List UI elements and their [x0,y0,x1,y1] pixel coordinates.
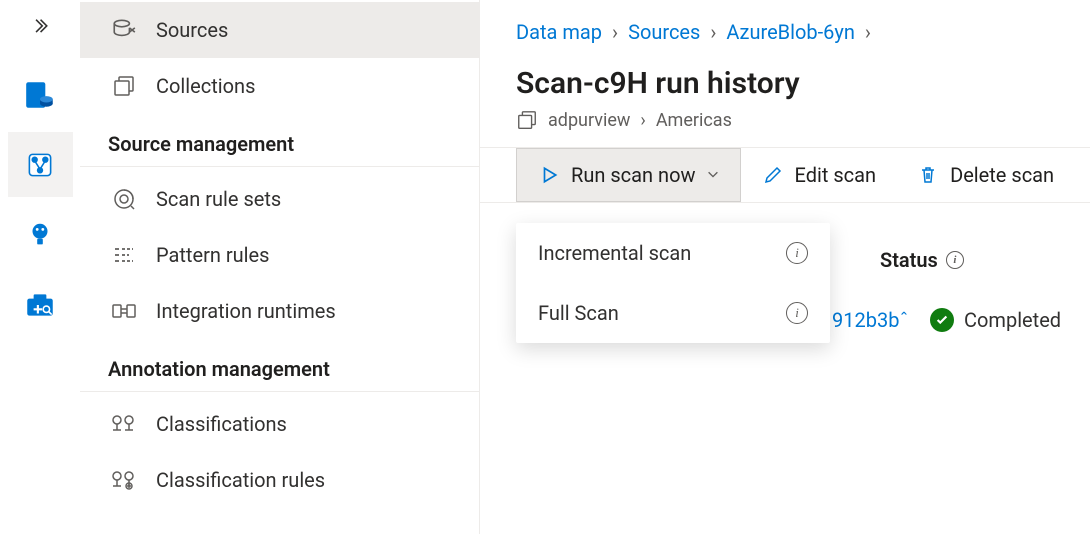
dropdown-item-label: Full Scan [538,301,619,325]
nav-rail [0,0,80,534]
completed-icon [930,308,954,332]
breadcrumb-azureblob[interactable]: AzureBlob-6yn [726,20,855,44]
sources-icon [110,16,138,44]
collections-icon [110,72,138,100]
run-scan-button[interactable]: Run scan now [516,148,741,202]
sidebar-item-label: Collections [156,74,255,98]
sidebar-item-classification-rules[interactable]: Classification rules [80,452,479,508]
run-id-link[interactable]: 912b3bˆ [832,308,907,332]
collection-path: adpurview › Americas [516,109,1090,131]
edit-scan-label: Edit scan [795,163,877,187]
chevron-right-icon: › [710,20,716,44]
sidebar-item-label: Integration runtimes [156,299,336,323]
sidebar-item-label: Classifications [156,412,287,436]
sidebar-item-label: Pattern rules [156,243,269,267]
rail-item-data-map[interactable] [8,132,73,197]
chevron-right-icon: › [640,110,645,131]
collection-root: adpurview [548,110,630,131]
table-row-status: Completed [930,308,1061,332]
status-value: Completed [964,308,1061,332]
sidebar-item-scan-rule-sets[interactable]: Scan rule sets [80,171,479,227]
breadcrumb: Data map › Sources › AzureBlob-6yn › [480,0,1090,48]
sidebar-section-annotation-mgmt: Annotation management [80,339,479,392]
scan-rule-sets-icon [110,185,138,213]
sidebar-item-label: Sources [156,18,228,42]
delete-scan-label: Delete scan [950,163,1054,187]
info-icon[interactable]: i [786,302,808,324]
main-content: Data map › Sources › AzureBlob-6yn › Sca… [480,0,1090,534]
sidebar-item-integration-runtimes[interactable]: Integration runtimes [80,283,479,339]
expand-rail-button[interactable] [25,12,55,42]
page-title: Scan-c9H run history [516,66,1090,101]
column-header-status: Status i [880,248,964,272]
chevron-down-icon [706,166,720,185]
integration-runtimes-icon [110,297,138,325]
sidebar-item-label: Classification rules [156,468,325,492]
classifications-icon [110,410,138,438]
dropdown-incremental-scan[interactable]: Incremental scan i [516,223,830,283]
info-icon[interactable]: i [946,251,964,269]
sidebar-item-sources[interactable]: Sources [80,2,479,58]
rail-item-insights[interactable] [8,202,73,267]
sidebar-item-collections[interactable]: Collections [80,58,479,114]
info-icon[interactable]: i [786,242,808,264]
table-row: 912b3bˆ [832,308,907,332]
sidebar-section-source-mgmt: Source management [80,114,479,167]
chevron-right-icon: › [865,20,871,44]
play-icon [537,163,561,187]
delete-icon [916,163,940,187]
run-scan-dropdown: Incremental scan i Full Scan i [516,223,830,343]
breadcrumb-data-map[interactable]: Data map [516,20,602,44]
edit-scan-button[interactable]: Edit scan [741,149,897,201]
classification-rules-icon [110,466,138,494]
title-area: Scan-c9H run history adpurview › America… [480,48,1090,148]
sidebar-item-pattern-rules[interactable]: Pattern rules [80,227,479,283]
collection-child: Americas [656,110,732,131]
edit-icon [761,163,785,187]
sidebar-item-label: Scan rule sets [156,187,281,211]
sidebar-item-classifications[interactable]: Classifications [80,396,479,452]
rail-item-management[interactable] [8,272,73,337]
delete-scan-button[interactable]: Delete scan [896,149,1074,201]
run-scan-label: Run scan now [571,163,696,187]
dropdown-full-scan[interactable]: Full Scan i [516,283,830,343]
rail-item-data-catalog[interactable] [8,62,73,127]
dropdown-item-label: Incremental scan [538,241,691,265]
sidebar: Sources Collections Source management Sc… [80,0,480,534]
breadcrumb-sources[interactable]: Sources [628,20,700,44]
pattern-rules-icon [110,241,138,269]
chevron-right-icon: › [612,20,618,44]
collection-icon [516,109,538,131]
toolbar: Run scan now Edit scan Delete scan [480,148,1090,203]
